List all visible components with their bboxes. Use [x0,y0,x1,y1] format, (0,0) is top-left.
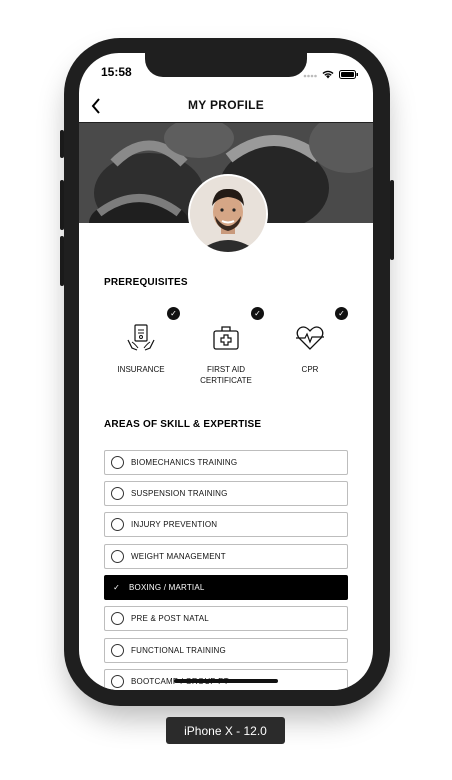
power-button [390,180,394,260]
heartbeat-icon [294,322,326,354]
skill-label: INJURY PREVENTION [131,520,218,529]
skill-option[interactable]: INJURY PREVENTION [104,512,348,537]
skill-option[interactable]: PRE & POST NATAL [104,606,348,631]
mute-switch [60,130,64,158]
avatar-photo [190,176,266,252]
profile-avatar[interactable] [188,174,268,254]
radio-icon [111,456,124,469]
notch [145,53,307,77]
home-indicator[interactable] [174,679,278,683]
radio-icon [111,644,124,657]
radio-icon [111,675,124,688]
radio-icon [111,550,124,563]
skill-option[interactable]: BIOMECHANICS TRAINING [104,450,348,475]
skill-label: SUSPENSION TRAINING [131,489,228,498]
check-icon: ✓ [251,307,264,320]
app-screen: 15:58 MY PROFILE PREREQUISITES INSURANCE… [79,53,373,690]
prerequisites-title: PREREQUISITES [104,277,188,288]
radio-icon [111,518,124,531]
prereq-insurance[interactable]: INSURANCE [106,322,176,375]
skill-option[interactable]: WEIGHT MANAGEMENT [104,544,348,569]
navigation-bar: MY PROFILE [79,90,373,122]
status-time: 15:58 [101,65,132,79]
skill-option-selected[interactable]: ✓ BOXING / MARTIAL [104,575,348,600]
battery-icon [339,66,359,84]
wifi-icon [322,66,334,84]
status-icons [303,66,359,84]
check-icon: ✓ [167,307,180,320]
radio-icon [111,612,124,625]
volume-up-button [60,180,64,230]
skill-option[interactable]: FUNCTIONAL TRAINING [104,638,348,663]
signal-icon [303,66,317,84]
skill-label: BOXING / MARTIAL [129,583,205,592]
skill-label: FUNCTIONAL TRAINING [131,646,226,655]
first-aid-kit-icon [210,322,242,354]
radio-icon [111,487,124,500]
skills-title: AREAS OF SKILL & EXPERTISE [104,419,262,430]
volume-down-button [60,236,64,286]
check-icon: ✓ [113,583,120,592]
prereq-label: FIRST AID CERTIFICATE [200,365,252,385]
prereq-label: CPR [301,365,319,374]
prereq-cpr[interactable]: CPR [275,322,345,375]
skill-label: BIOMECHANICS TRAINING [131,458,238,467]
insurance-document-icon [125,322,157,354]
prereq-first-aid[interactable]: FIRST AID CERTIFICATE [191,322,261,386]
skill-label: PRE & POST NATAL [131,614,209,623]
skill-label: WEIGHT MANAGEMENT [131,552,226,561]
check-icon: ✓ [335,307,348,320]
prereq-label: INSURANCE [117,365,165,374]
skill-option[interactable]: SUSPENSION TRAINING [104,481,348,506]
device-label: iPhone X - 12.0 [166,717,285,744]
page-title: MY PROFILE [187,98,265,112]
